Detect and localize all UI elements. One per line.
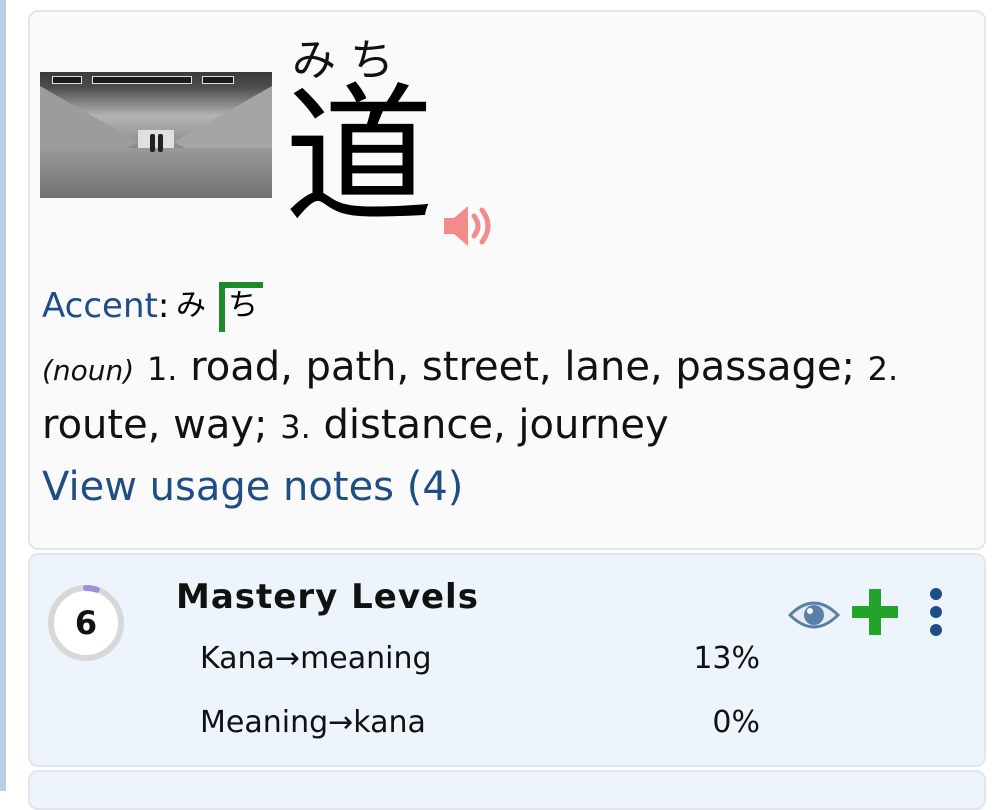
sign-bar [202, 76, 234, 84]
pitch-accent-high [219, 282, 263, 288]
plus-icon[interactable] [850, 587, 900, 637]
pitch-accent-rise [219, 286, 225, 332]
eye-icon[interactable] [788, 595, 840, 635]
sense-number: 1. [146, 350, 178, 388]
mastery-row-label: Kana→meaning [200, 641, 432, 676]
sense-text: distance, journey [323, 402, 669, 448]
word-photo [40, 72, 272, 198]
speaker-icon[interactable] [442, 204, 496, 248]
next-card [28, 770, 986, 810]
accent-mora: み [176, 288, 206, 323]
mastery-row-percent: 0% [712, 705, 760, 740]
left-edge-bar [0, 0, 6, 791]
sign-bar [52, 76, 82, 84]
person-figure [150, 134, 155, 152]
mastery-row-label: Meaning→kana [200, 705, 426, 740]
mastery-row-percent: 13% [693, 641, 760, 676]
sense-number: 3. [280, 408, 311, 446]
mastery-row: Meaning→kana 0% [200, 705, 760, 745]
mastery-row: Kana→meaning 13% [200, 641, 760, 681]
sense-text: route, way; [42, 402, 268, 448]
part-of-speech: (noun) [42, 354, 135, 387]
sense-text: road, path, street, lane, passage; [190, 344, 855, 390]
accent-label: Accent: [42, 286, 170, 326]
mastery-card: 6 Mastery Levels Kana→meaning 13% Meanin… [28, 553, 986, 767]
person-figure [158, 134, 163, 152]
more-vertical-icon[interactable] [928, 587, 944, 637]
kanji-headword: 道 [284, 70, 435, 244]
word-card: みち 道 Accent: み ち (noun) 1. road, path, s… [28, 10, 986, 550]
view-usage-notes-link[interactable]: View usage notes (4) [42, 464, 463, 510]
mastery-title: Mastery Levels [176, 577, 479, 617]
sign-bar [92, 76, 192, 84]
sense-number: 2. [867, 350, 899, 388]
tunnel-floor [40, 148, 272, 198]
definition: (noun) 1. road, path, street, lane, pass… [42, 340, 942, 454]
mastery-level-number: 6 [74, 604, 98, 642]
